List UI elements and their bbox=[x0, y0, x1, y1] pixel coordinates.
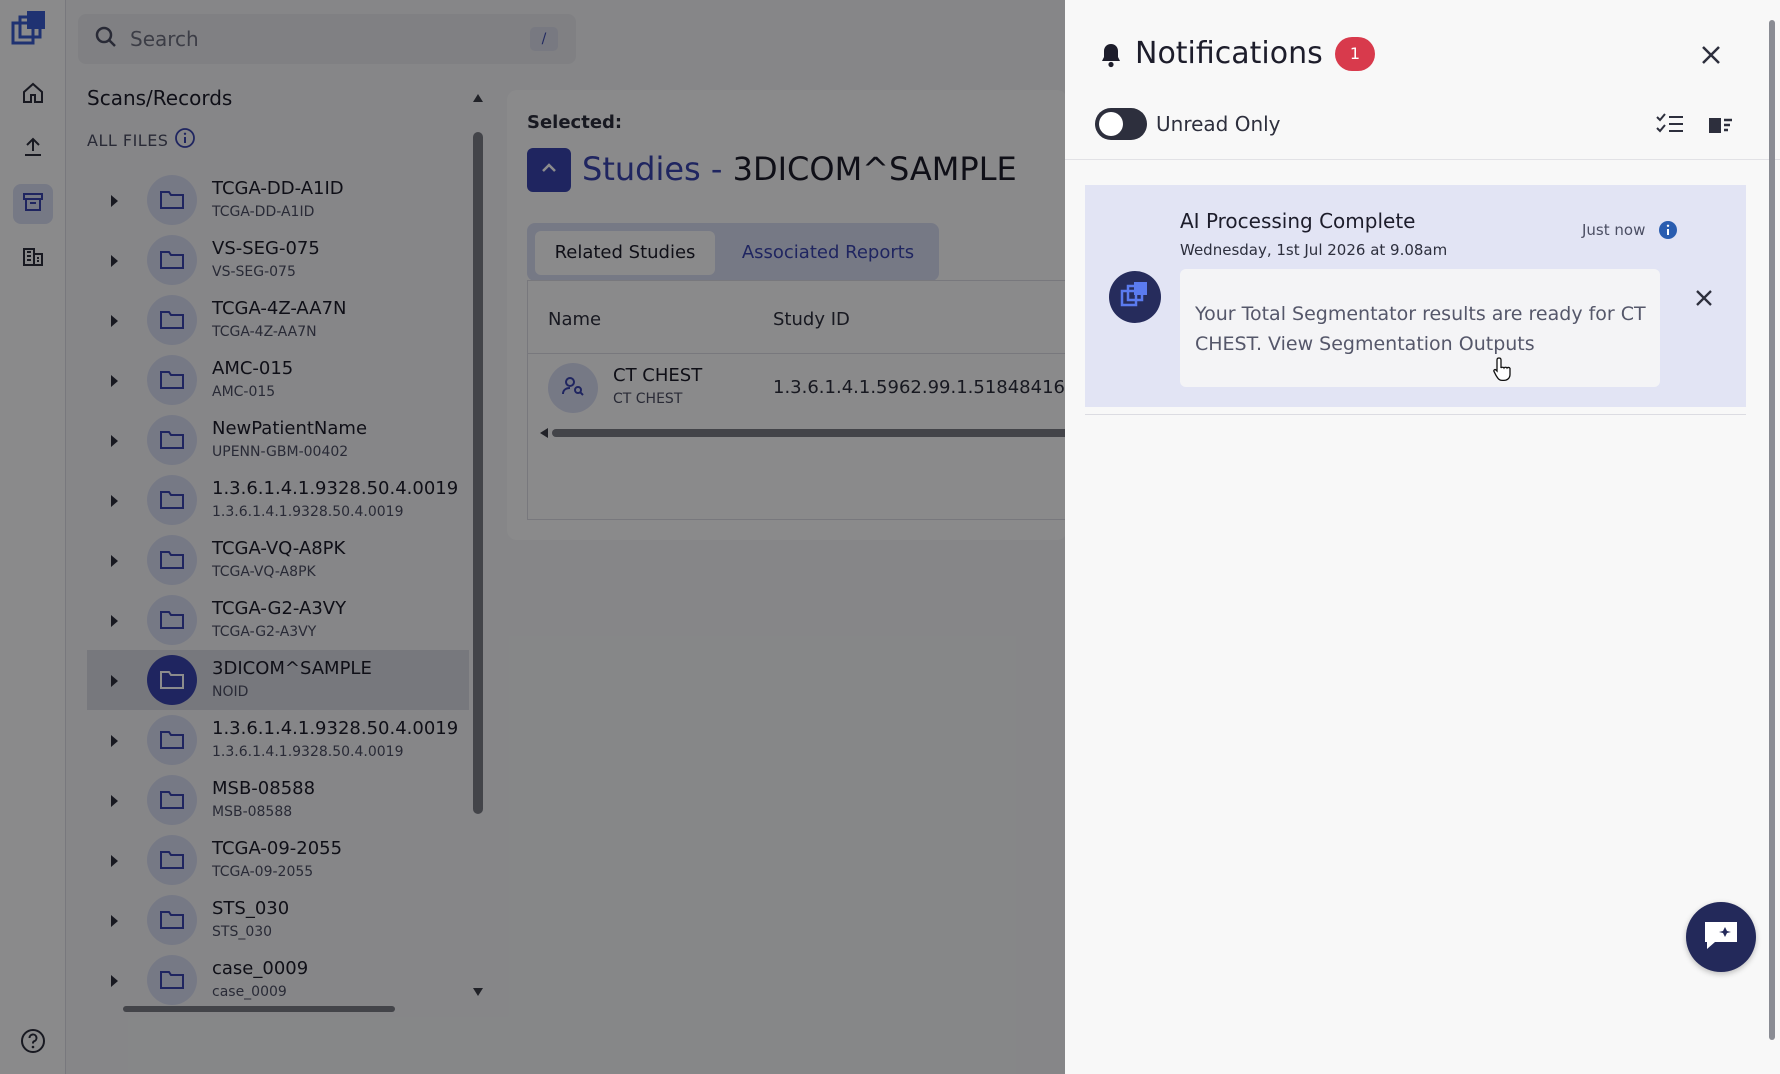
unread-only-label: Unread Only bbox=[1156, 112, 1281, 136]
drawer-scrollbar[interactable] bbox=[1767, 20, 1777, 1070]
close-icon bbox=[1691, 290, 1717, 315]
chat-support-button[interactable] bbox=[1686, 902, 1756, 972]
notifications-drawer: Notifications 1 Unread Only AI Processin… bbox=[1065, 0, 1780, 1074]
delete-sweep-icon bbox=[1706, 113, 1734, 142]
drawer-title: Notifications bbox=[1135, 36, 1323, 71]
app-logo-icon bbox=[1119, 279, 1151, 315]
mark-all-read-button[interactable] bbox=[1655, 110, 1685, 142]
checklist-icon bbox=[1655, 113, 1685, 142]
notification-message[interactable]: Your Total Segmentator results are ready… bbox=[1180, 269, 1660, 387]
notification-time: Just now bbox=[1582, 221, 1646, 239]
drawer-scroll-thumb[interactable] bbox=[1769, 20, 1775, 1040]
notification-count-badge: 1 bbox=[1335, 37, 1375, 71]
bell-icon bbox=[1099, 42, 1123, 72]
drawer-divider bbox=[1065, 159, 1780, 160]
unread-only-toggle[interactable] bbox=[1095, 108, 1147, 140]
close-icon bbox=[1696, 46, 1726, 74]
notification-divider bbox=[1085, 414, 1746, 415]
info-icon[interactable] bbox=[1658, 220, 1678, 240]
notification-title: AI Processing Complete bbox=[1180, 209, 1416, 233]
chat-bubble-icon bbox=[1701, 918, 1741, 956]
hand-pointer-cursor-icon bbox=[1493, 356, 1513, 386]
app-logo-avatar bbox=[1109, 271, 1161, 323]
dismiss-notification-button[interactable] bbox=[1691, 285, 1717, 311]
modal-backdrop[interactable] bbox=[0, 0, 1065, 1074]
notification-card[interactable]: AI Processing Complete Wednesday, 1st Ju… bbox=[1085, 185, 1746, 407]
toggle-knob bbox=[1099, 112, 1123, 136]
notification-date: Wednesday, 1st Jul 2026 at 9.08am bbox=[1180, 241, 1448, 259]
clear-all-button[interactable] bbox=[1706, 110, 1734, 142]
close-drawer-button[interactable] bbox=[1696, 40, 1726, 70]
